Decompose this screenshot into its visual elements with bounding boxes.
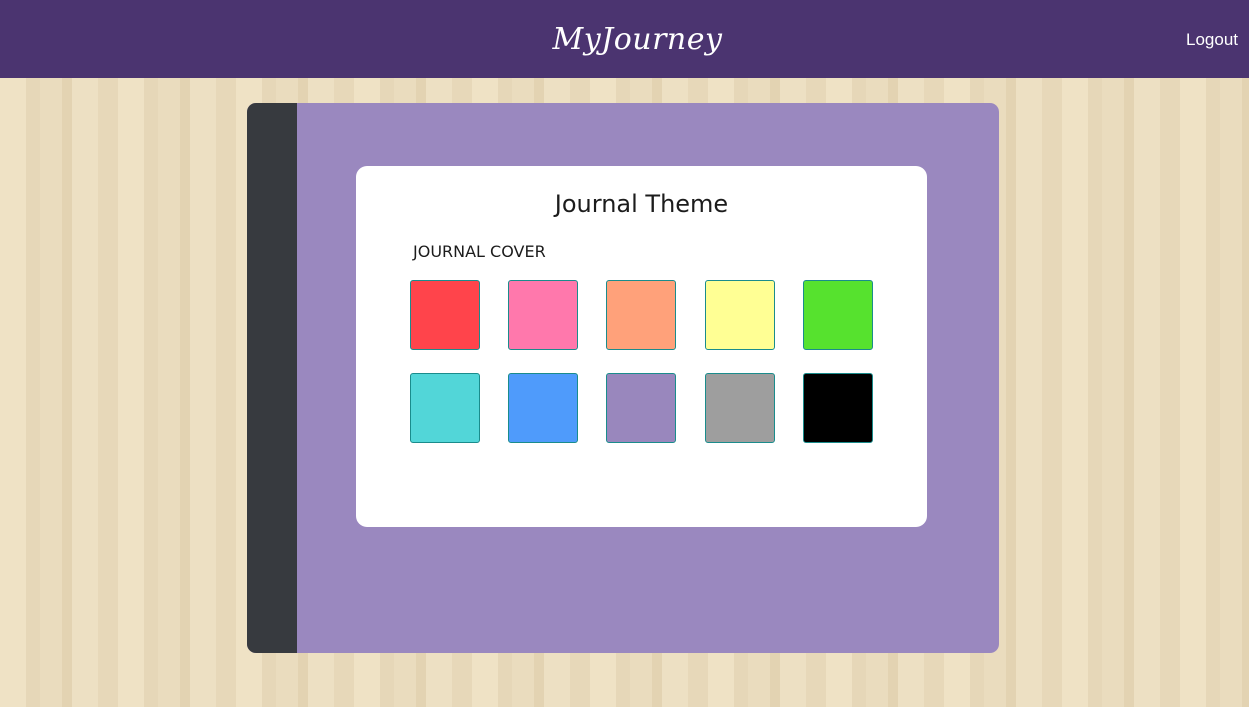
swatch-salmon[interactable] xyxy=(606,280,676,350)
navbar: MyJourney Logout xyxy=(0,0,1249,78)
swatch-blue[interactable] xyxy=(508,373,578,443)
journal-spine xyxy=(247,103,297,653)
swatch-yellow[interactable] xyxy=(705,280,775,350)
logout-link[interactable]: Logout xyxy=(1186,29,1238,51)
swatch-gray[interactable] xyxy=(705,373,775,443)
swatch-green[interactable] xyxy=(803,280,873,350)
swatch-pink[interactable] xyxy=(508,280,578,350)
swatch-red[interactable] xyxy=(410,280,480,350)
journal-cover: Journal Theme JOURNAL COVER xyxy=(247,103,999,653)
theme-card: Journal Theme JOURNAL COVER xyxy=(356,166,927,527)
swatch-purple[interactable] xyxy=(606,373,676,443)
card-title: Journal Theme xyxy=(554,190,729,218)
journal-cover-label: JOURNAL COVER xyxy=(413,242,546,261)
swatch-black[interactable] xyxy=(803,373,873,443)
swatch-teal[interactable] xyxy=(410,373,480,443)
brand-logo[interactable]: MyJourney xyxy=(0,0,1249,78)
